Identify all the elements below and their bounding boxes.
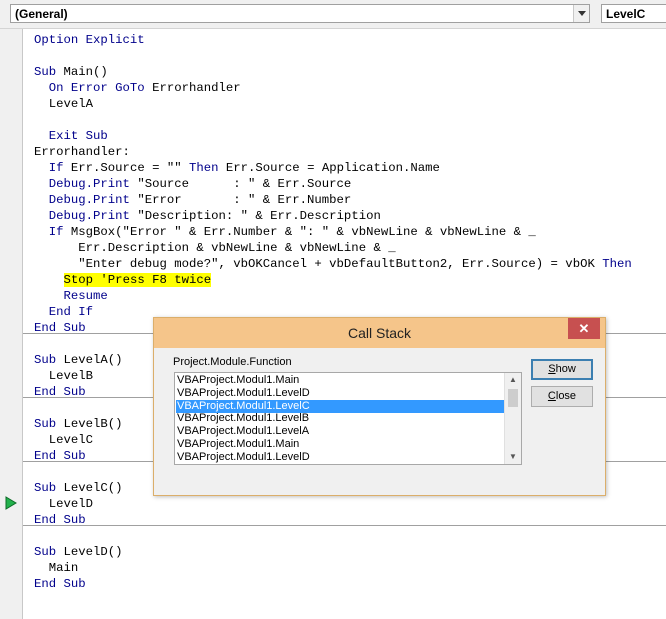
object-combobox[interactable]: (General): [10, 4, 590, 23]
close-icon[interactable]: ✕: [568, 318, 600, 339]
code-token: Errorhandler: [152, 81, 241, 95]
code-token: LevelC: [34, 433, 94, 447]
call-stack-dialog: Call Stack ✕ Project.Module.Function VBA…: [153, 317, 606, 496]
code-token: Err.Source = "": [70, 161, 189, 175]
code-token: Errorhandler:: [34, 145, 130, 159]
code-token: If: [34, 161, 71, 175]
code-token: End If: [34, 305, 94, 319]
call-stack-entry[interactable]: VBAProject.Modul1.LevelD: [176, 387, 506, 400]
code-token: "Source : " & Err.Source: [137, 177, 352, 191]
code-line[interactable]: End Sub: [34, 576, 86, 592]
dialog-title: Call Stack: [347, 325, 412, 341]
code-token: Then: [602, 257, 632, 271]
code-line[interactable]: Sub LevelC(): [34, 480, 123, 496]
code-token: LevelA(): [63, 353, 123, 367]
code-line[interactable]: LevelC: [34, 432, 93, 448]
code-line[interactable]: Sub LevelD(): [34, 544, 123, 560]
code-token: LevelD(): [63, 545, 123, 559]
chevron-down-icon[interactable]: [573, 5, 589, 22]
code-line[interactable]: Exit Sub: [34, 128, 108, 144]
call-stack-entry[interactable]: VBAProject.Modul1.LevelB: [176, 412, 506, 425]
code-line[interactable]: Sub LevelB(): [34, 416, 123, 432]
call-stack-entry[interactable]: VBAProject.Modul1.Main: [176, 374, 506, 387]
scroll-up-icon[interactable]: ▲: [505, 373, 521, 387]
code-line[interactable]: Errorhandler:: [34, 144, 130, 160]
code-token: LevelB(): [63, 417, 123, 431]
show-button[interactable]: Show: [531, 359, 593, 380]
code-token: Resume: [34, 289, 108, 303]
code-token: LevelC(): [63, 481, 123, 495]
procedure-combobox[interactable]: LevelC: [601, 4, 666, 23]
call-stack-entry[interactable]: VBAProject.Modul1.LevelC: [176, 399, 506, 413]
code-token: Err.Description & vbNewLine & vbNewLine …: [34, 241, 396, 255]
code-line[interactable]: Resume: [34, 288, 108, 304]
code-line[interactable]: Sub Main(): [34, 64, 108, 80]
code-line[interactable]: If MsgBox("Error " & Err.Number & ": " &…: [34, 224, 536, 240]
code-token: Main(): [63, 65, 108, 79]
code-token: Debug.Print: [34, 177, 138, 191]
list-scrollbar[interactable]: ▲ ▼: [504, 373, 521, 464]
code-line[interactable]: Stop 'Press F8 twice: [34, 272, 212, 288]
code-token: Sub: [34, 65, 64, 79]
code-token: Exit Sub: [34, 129, 108, 143]
code-line[interactable]: On Error GoTo Errorhandler: [34, 80, 241, 96]
call-stack-list[interactable]: VBAProject.Modul1.Main VBAProject.Modul1.…: [174, 372, 522, 465]
code-line[interactable]: Sub LevelA(): [34, 352, 123, 368]
current-statement-highlight: Stop 'Press F8 twice: [63, 273, 212, 287]
code-line[interactable]: LevelB: [34, 368, 93, 384]
procedure-combobox-value: LevelC: [606, 7, 646, 21]
procedure-separator: [23, 525, 666, 526]
code-token: "Enter debug mode?", vbOKCancel + vbDefa…: [34, 257, 603, 271]
call-stack-entry[interactable]: VBAProject.Modul1.LevelD: [176, 451, 506, 464]
margin-indicator-bar[interactable]: [0, 29, 23, 619]
code-line[interactable]: Err.Description & vbNewLine & vbNewLine …: [34, 240, 396, 256]
call-stack-entry[interactable]: VBAProject.Modul1.LevelA: [176, 425, 506, 438]
scroll-thumb[interactable]: [508, 389, 518, 407]
code-token: MsgBox("Error " & Err.Number & ": " & vb…: [70, 225, 536, 239]
code-line[interactable]: Debug.Print "Source : " & Err.Source: [34, 176, 352, 192]
code-token: Debug.Print: [34, 193, 138, 207]
code-token: LevelD: [34, 497, 94, 511]
code-line[interactable]: If Err.Source = "" Then Err.Source = App…: [34, 160, 440, 176]
code-token: Sub: [34, 481, 64, 495]
code-token: LevelB: [34, 369, 94, 383]
code-token: End Sub: [34, 577, 86, 591]
close-button[interactable]: Close: [531, 386, 593, 407]
code-line[interactable]: "Enter debug mode?", vbOKCancel + vbDefa…: [34, 256, 632, 272]
code-window-toolbar: (General) LevelC: [0, 0, 666, 29]
code-token: If: [34, 225, 71, 239]
code-token: Sub: [34, 545, 64, 559]
code-token: Err.Source = Application.Name: [225, 161, 440, 175]
code-token: "Error : " & Err.Number: [137, 193, 352, 207]
code-line[interactable]: Main: [34, 560, 79, 576]
scroll-down-icon[interactable]: ▼: [505, 450, 521, 464]
code-token: Main: [34, 561, 79, 575]
code-line[interactable]: Debug.Print "Description: " & Err.Descri…: [34, 208, 381, 224]
code-token: Sub: [34, 353, 64, 367]
code-token: Then: [188, 161, 226, 175]
dialog-body: Project.Module.Function VBAProject.Modul…: [160, 348, 599, 490]
call-stack-header: Project.Module.Function: [173, 356, 292, 368]
code-line[interactable]: LevelA: [34, 96, 93, 112]
dialog-titlebar[interactable]: Call Stack ✕: [154, 318, 605, 348]
code-token: On Error GoTo: [34, 81, 153, 95]
code-token: "Description: " & Err.Description: [137, 209, 381, 223]
code-line[interactable]: Debug.Print "Error : " & Err.Number: [34, 192, 352, 208]
code-line[interactable]: LevelD: [34, 496, 93, 512]
object-combobox-value: (General): [15, 7, 68, 21]
call-stack-triangle-icon: [5, 496, 17, 510]
code-line[interactable]: End If: [34, 304, 93, 320]
code-line[interactable]: Option Explicit: [34, 32, 145, 48]
code-token: LevelA: [34, 97, 94, 111]
code-token: Debug.Print: [34, 209, 138, 223]
code-token: Option Explicit: [34, 33, 145, 47]
call-stack-entry[interactable]: VBAProject.Modul1.Main: [176, 438, 506, 451]
code-token: Sub: [34, 417, 64, 431]
